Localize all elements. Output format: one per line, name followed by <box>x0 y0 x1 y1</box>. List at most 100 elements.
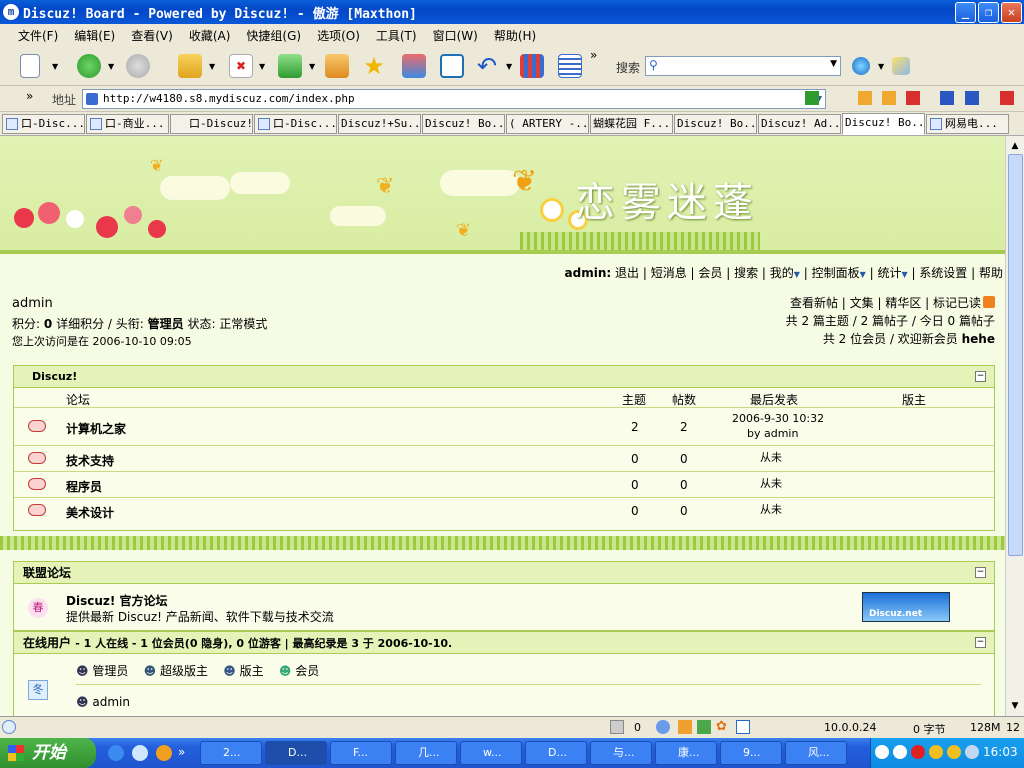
league-title[interactable]: 联盟论坛 <box>14 562 994 584</box>
menu-view[interactable]: 查看(V) <box>131 27 173 44</box>
chevron-down-icon[interactable]: ▼ <box>108 62 114 71</box>
new-page-icon[interactable] <box>20 54 40 78</box>
volume-tray-icon[interactable] <box>965 745 979 759</box>
undo-icon[interactable]: ↶ <box>475 54 499 78</box>
ad-filter-icon[interactable] <box>697 720 711 734</box>
highlight-icon[interactable] <box>892 57 910 75</box>
list-icon[interactable] <box>558 54 582 78</box>
back-icon[interactable] <box>77 54 101 78</box>
minimize-tab-icon[interactable] <box>940 91 954 105</box>
address-input[interactable]: http://w4180.s8.mydiscuz.com/index.php ▼ <box>82 89 826 109</box>
task-button[interactable]: D... <box>525 741 587 765</box>
chevron-down-icon[interactable]: ▼ <box>901 270 907 279</box>
favorites-star-icon[interactable]: ★ <box>362 54 386 78</box>
quick-launch-icon[interactable] <box>132 745 148 761</box>
chevron-down-icon[interactable]: ▼ <box>830 59 837 69</box>
more-chevron-icon[interactable]: » <box>178 745 185 759</box>
discuz-net-logo[interactable]: Discuz.net <box>862 592 950 622</box>
tab-5[interactable]: Discuz!+Su... <box>338 114 421 134</box>
task-button[interactable]: 与... <box>590 741 652 765</box>
maximize-button[interactable]: ❐ <box>978 2 999 23</box>
task-button[interactable]: 几... <box>395 741 457 765</box>
menu-edit[interactable]: 编辑(E) <box>74 27 115 44</box>
ie-icon[interactable] <box>108 745 124 761</box>
tab-3[interactable]: 口-Discuz!... <box>170 114 253 134</box>
qq-tray-icon[interactable] <box>929 745 943 759</box>
edit-status-icon[interactable] <box>736 720 750 734</box>
forward-icon[interactable] <box>126 54 150 78</box>
tab-10[interactable]: Discuz! Ad... <box>758 114 841 134</box>
collapse-icon[interactable]: − <box>975 567 986 578</box>
quick-links[interactable]: 查看新帖 | 文集 | 精华区 | 标记已读 <box>790 294 981 311</box>
flower-status-icon[interactable]: ✿ <box>716 720 730 734</box>
title-bar[interactable]: m Discuz! Board - Powered by Discuz! - 傲… <box>0 0 1024 24</box>
tab-9[interactable]: Discuz! Bo... <box>674 114 757 134</box>
online-title[interactable]: 在线用户 <box>23 636 71 650</box>
nav-members[interactable]: 会员 <box>698 266 722 280</box>
tab-12[interactable]: 网易电... <box>926 114 1009 134</box>
tab-1[interactable]: 口-Disc... <box>2 114 85 134</box>
menu-window[interactable]: 窗口(W) <box>433 27 478 44</box>
rss-icon[interactable] <box>983 296 995 308</box>
more-chevron-icon[interactable]: » <box>26 89 33 103</box>
scroll-down-icon[interactable]: ▼ <box>1007 698 1023 714</box>
task-button[interactable]: 2... <box>200 741 262 765</box>
next-tab-icon[interactable] <box>882 91 896 105</box>
forum-name[interactable]: 技术支持 <box>66 452 114 469</box>
nav-username[interactable]: admin: <box>565 266 612 280</box>
task-button-active[interactable]: D... <box>265 741 327 765</box>
network-icon[interactable] <box>656 720 670 734</box>
chevron-down-icon[interactable]: ▼ <box>259 62 265 71</box>
tab-6[interactable]: Discuz! Bo... <box>422 114 505 134</box>
menu-options[interactable]: 选项(O) <box>317 27 360 44</box>
nav-system-settings[interactable]: 系统设置 <box>919 266 967 280</box>
task-button[interactable]: 风... <box>785 741 847 765</box>
nav-search[interactable]: 搜索 <box>734 266 758 280</box>
forum-name[interactable]: 美术设计 <box>66 504 114 521</box>
nav-control-panel[interactable]: 控制面板 <box>812 266 860 280</box>
close-window-tab-icon[interactable] <box>1000 91 1014 105</box>
menu-help[interactable]: 帮助(H) <box>494 27 536 44</box>
chevron-down-icon[interactable]: ▼ <box>878 62 884 71</box>
menu-favorites[interactable]: 收藏(A) <box>189 27 231 44</box>
qq-tray-icon[interactable] <box>911 745 925 759</box>
nav-logout[interactable]: 退出 <box>615 266 639 280</box>
tab-7[interactable]: ( ARTERY -... <box>506 114 589 134</box>
nav-messages[interactable]: 短消息 <box>651 266 687 280</box>
task-button[interactable]: F... <box>330 741 392 765</box>
up-icon[interactable] <box>178 54 202 78</box>
nav-help[interactable]: 帮助 <box>979 266 1003 280</box>
nav-my[interactable]: 我的 <box>770 266 794 280</box>
qq-tray-icon[interactable] <box>947 745 961 759</box>
scroll-up-icon[interactable]: ▲ <box>1007 138 1023 154</box>
task-button[interactable]: 9... <box>720 741 782 765</box>
globe-icon[interactable] <box>852 57 870 75</box>
chevron-down-icon[interactable]: ▼ <box>309 62 315 71</box>
task-button[interactable]: 康... <box>655 741 717 765</box>
forum-last-post[interactable]: 2006-9-30 10:32 <box>732 412 824 425</box>
chevron-down-icon[interactable]: ▼ <box>506 62 512 71</box>
task-button[interactable]: w... <box>460 741 522 765</box>
columns-icon[interactable] <box>520 54 544 78</box>
forum-category-title[interactable]: Discuz! <box>14 366 994 388</box>
minimize-button[interactable]: _ <box>955 2 976 23</box>
menu-file[interactable]: 文件(F) <box>18 27 58 44</box>
home-icon[interactable] <box>325 54 349 78</box>
menu-groups[interactable]: 快捷组(G) <box>246 27 301 44</box>
chevron-down-icon[interactable]: ▼ <box>794 270 800 279</box>
tab-11-active[interactable]: Discuz! Bo... <box>842 113 925 135</box>
league-forum-name[interactable]: Discuz! 官方论坛 <box>66 592 168 609</box>
tray-icon[interactable] <box>875 745 889 759</box>
stop-icon[interactable]: ✖ <box>229 54 253 78</box>
media-icon[interactable] <box>156 745 172 761</box>
tab-2[interactable]: 口-商业... <box>86 114 169 134</box>
forum-name[interactable]: 程序员 <box>66 478 102 495</box>
search-input[interactable]: ⚲ ▼ <box>645 56 841 76</box>
user-name[interactable]: admin <box>12 296 53 311</box>
close-tab-icon[interactable] <box>906 91 920 105</box>
score-detail-link[interactable]: 详细积分 / 头衔: <box>56 317 144 331</box>
popup-block-icon[interactable] <box>678 720 692 734</box>
forum-name[interactable]: 计算机之家 <box>66 420 126 437</box>
maxthon-tray-icon[interactable] <box>893 745 907 759</box>
refresh-icon[interactable] <box>278 54 302 78</box>
